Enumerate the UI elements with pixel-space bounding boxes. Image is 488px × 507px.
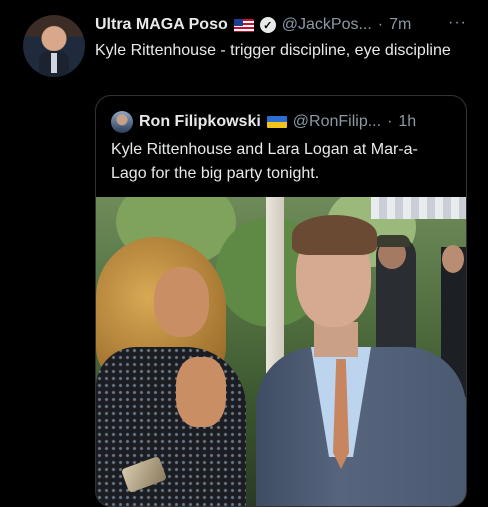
man-neck xyxy=(314,322,358,357)
tweet-time[interactable]: 7m xyxy=(389,16,411,34)
quoted-author-name[interactable]: Ron Filipkowski xyxy=(139,113,261,131)
author-name[interactable]: Ultra MAGA Poso xyxy=(95,16,228,34)
woman-neckline xyxy=(176,357,226,427)
verified-badge-icon: ✓ xyxy=(259,17,276,33)
background-man-head xyxy=(442,245,464,273)
tweet-text: Kyle Rittenhouse - trigger discipline, e… xyxy=(95,42,451,59)
more-icon[interactable]: ··· xyxy=(448,14,467,32)
quoted-author-avatar[interactable] xyxy=(111,111,133,133)
quoted-author-handle[interactable]: @RonFilip... xyxy=(293,113,381,131)
quoted-tweet-text: Kyle Rittenhouse and Lara Logan at Mar-a… xyxy=(111,141,418,182)
quoted-header-separator: · xyxy=(387,113,393,130)
ukraine-flag-icon xyxy=(266,116,287,128)
awning xyxy=(371,197,466,219)
author-handle[interactable]: @JackPos... xyxy=(282,16,372,34)
man-hair xyxy=(292,215,377,255)
woman-face xyxy=(154,267,209,337)
quoted-tweet[interactable]: Ron Filipkowski @RonFilip... · 1h Kyle R… xyxy=(95,95,467,507)
quoted-tweet-photo[interactable] xyxy=(96,197,466,506)
us-flag-icon xyxy=(233,18,254,32)
header-separator: · xyxy=(377,16,384,33)
quoted-tweet-header: Ron Filipkowski @RonFilip... · 1h xyxy=(111,111,416,133)
tweet-header: Ultra MAGA Poso ✓ @JackPos... · 7m xyxy=(95,14,411,36)
author-avatar[interactable] xyxy=(23,15,85,77)
avatar-tie xyxy=(51,53,57,73)
background-person-hat xyxy=(374,235,410,247)
quoted-tweet-time[interactable]: 1h xyxy=(398,113,416,131)
tweet[interactable]: Ultra MAGA Poso ✓ @JackPos... · 7m ··· K… xyxy=(0,0,488,507)
pillar xyxy=(266,197,284,377)
